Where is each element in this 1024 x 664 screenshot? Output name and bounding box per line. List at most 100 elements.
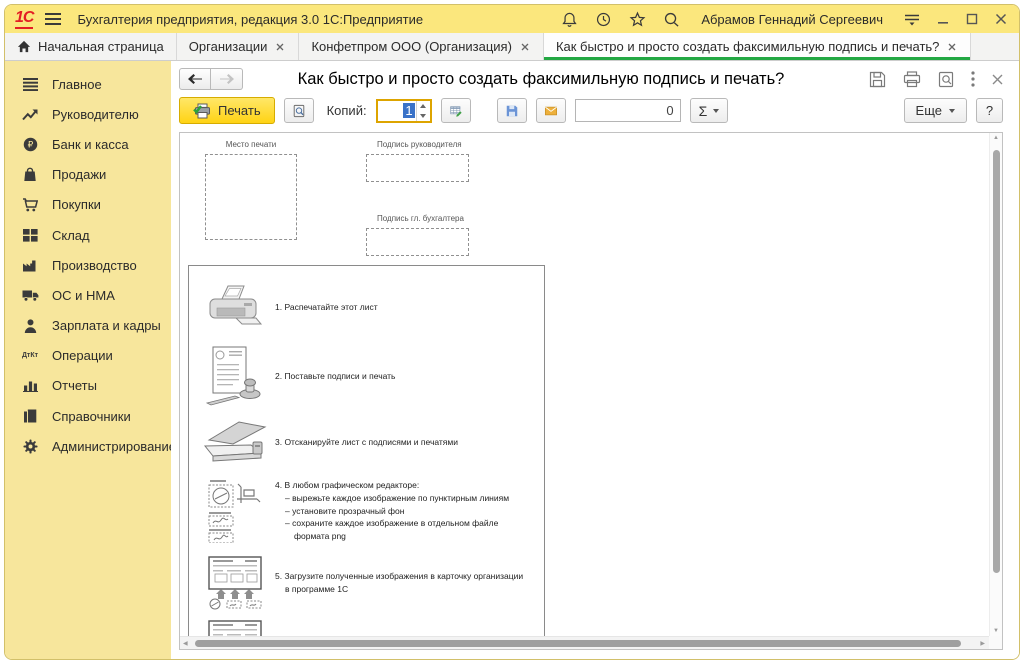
trend-arrow-icon (21, 106, 39, 122)
svg-text:₽: ₽ (27, 140, 33, 150)
instruction-step-5: 5. Загрузите полученные изображения в ка… (195, 552, 538, 614)
shopping-bag-icon (21, 167, 39, 183)
sidebar-item-label: Банк и касса (52, 137, 129, 152)
tab-konfetprom-organization[interactable]: Конфетпром ООО (Организация) (299, 33, 544, 60)
vertical-scrollbar[interactable]: ▲ ▼ (989, 133, 1002, 636)
print-preview-button[interactable] (284, 98, 314, 123)
content-area: Как быстро и просто создать факсимильную… (171, 61, 1019, 659)
vertical-scrollbar-thumb[interactable] (993, 150, 1000, 573)
sigma-dropdown-button[interactable]: Σ (690, 98, 729, 123)
scroll-down-icon[interactable]: ▼ (993, 628, 999, 634)
sidebar-item-administration[interactable]: Администрирование (5, 431, 171, 461)
printer-illustration (195, 283, 275, 331)
scroll-left-icon[interactable]: ◀ (183, 640, 188, 647)
accountant-signature-label: Подпись гл. бухгалтера (366, 214, 469, 223)
sum-field[interactable]: 0 (575, 99, 681, 122)
history-icon[interactable] (595, 11, 612, 28)
more-actions-button[interactable]: Еще (904, 98, 967, 123)
sidebar-item-warehouse[interactable]: Склад (5, 220, 171, 250)
search-icon[interactable] (663, 11, 680, 28)
current-user-name[interactable]: Абрамов Геннадий Сергеевич (701, 12, 883, 27)
stamp-place-block: Место печати (205, 140, 297, 240)
help-button[interactable]: ? (976, 98, 1003, 123)
sidebar-item-manager[interactable]: Руководителю (5, 99, 171, 129)
close-window-button[interactable] (995, 13, 1007, 25)
tab-label: Организации (189, 39, 268, 54)
horizontal-scrollbar-thumb[interactable] (195, 640, 961, 647)
chevron-down-icon (713, 109, 719, 113)
copies-value[interactable]: 1 (378, 101, 416, 121)
sidebar-item-production[interactable]: Производство (5, 250, 171, 280)
chevron-down-icon (949, 109, 955, 113)
instruction-box: 1. Распечатайте этот лист 2. Поставьте п… (188, 265, 545, 636)
sidebar-item-operations[interactable]: ДтКт Операции (5, 341, 171, 371)
preview-icon[interactable] (938, 71, 954, 88)
factory-icon (21, 257, 39, 273)
bar-chart-icon (21, 378, 39, 394)
save-icon[interactable] (869, 71, 886, 88)
copies-spinner (416, 101, 430, 121)
tab-close-icon[interactable] (946, 41, 958, 53)
sidebar-item-label: Операции (52, 348, 113, 363)
horizontal-scrollbar[interactable]: ◀ ▶ (180, 636, 989, 649)
minimize-button[interactable] (937, 13, 949, 25)
notifications-bell-icon[interactable] (561, 11, 578, 28)
sidebar-item-purchases[interactable]: Покупки (5, 190, 171, 220)
document-preview: Место печати Подпись руководителя Подпис… (179, 132, 1003, 650)
sidebar-item-reports[interactable]: Отчеты (5, 371, 171, 401)
print-toolbar: Печать Копий: 1 (171, 93, 1019, 131)
tab-label: Как быстро и просто создать факсимильную… (556, 39, 939, 54)
tab-facsimile-help[interactable]: Как быстро и просто создать факсимильную… (544, 33, 971, 60)
scroll-right-icon[interactable]: ▶ (980, 640, 985, 647)
nav-forward-button[interactable] (211, 68, 243, 90)
instruction-step-1: 1. Распечатайте этот лист (195, 276, 538, 338)
spinner-up-button[interactable] (417, 101, 430, 111)
sidebar-item-bank-cash[interactable]: ₽ Банк и касса (5, 129, 171, 159)
copies-field[interactable]: 1 (376, 99, 432, 123)
print-button[interactable]: Печать (179, 97, 275, 124)
sidebar-item-label: Руководителю (52, 107, 139, 122)
home-icon (17, 40, 31, 53)
send-email-button[interactable] (536, 98, 566, 123)
tab-home[interactable]: Начальная страница (5, 33, 177, 60)
nav-back-button[interactable] (179, 68, 211, 90)
table-settings-button[interactable] (441, 98, 471, 123)
title-bar: 1С Бухгалтерия предприятия, редакция 3.0… (5, 5, 1019, 33)
accountant-signature-block: Подпись гл. бухгалтера (366, 214, 469, 256)
instruction-step-6: 6. Воспользуйтесь предварительным просмо… (195, 614, 538, 636)
sidebar-item-label: ОС и НМА (52, 288, 115, 303)
tab-close-icon[interactable] (519, 41, 531, 53)
sidebar-item-label: Производство (52, 258, 137, 273)
director-signature-box (366, 154, 469, 182)
service-menu-icon[interactable] (904, 12, 920, 26)
1c-logo: 1С (15, 10, 33, 29)
stamp-place-label: Место печати (205, 140, 297, 149)
more-kebab-icon[interactable] (971, 71, 975, 87)
maximize-button[interactable] (966, 13, 978, 25)
favorites-star-icon[interactable] (629, 11, 646, 28)
scroll-up-icon[interactable]: ▲ (993, 135, 999, 141)
spinner-down-button[interactable] (417, 111, 430, 121)
stamp-place-box (205, 154, 297, 240)
instruction-step-3: 3. Отсканируйте лист с подписями и печат… (195, 414, 538, 470)
sidebar-item-main[interactable]: Главное (5, 69, 171, 99)
tab-label: Конфетпром ООО (Организация) (311, 39, 512, 54)
graphic-editor-illustration (195, 479, 275, 543)
sign-and-stamp-illustration (195, 346, 275, 406)
tab-label: Начальная страница (38, 39, 164, 54)
sidebar-item-sales[interactable]: Продажи (5, 160, 171, 190)
main-menu-icon[interactable] (45, 13, 61, 25)
accountant-signature-box (366, 228, 469, 256)
tab-close-icon[interactable] (274, 41, 286, 53)
instruction-step-2: 2. Поставьте подписи и печать (195, 338, 538, 414)
sidebar-item-directories[interactable]: Справочники (5, 401, 171, 431)
sidebar-item-label: Главное (52, 77, 102, 92)
upload-to-card-illustration (195, 556, 275, 610)
tab-organizations[interactable]: Организации (177, 33, 300, 60)
close-form-icon[interactable] (992, 74, 1003, 85)
save-document-button[interactable] (497, 98, 527, 123)
print-icon[interactable] (903, 71, 921, 88)
sidebar-item-fixed-assets[interactable]: ОС и НМА (5, 280, 171, 310)
sidebar-item-salary-hr[interactable]: Зарплата и кадры (5, 311, 171, 341)
menu-lines-icon (21, 76, 39, 92)
